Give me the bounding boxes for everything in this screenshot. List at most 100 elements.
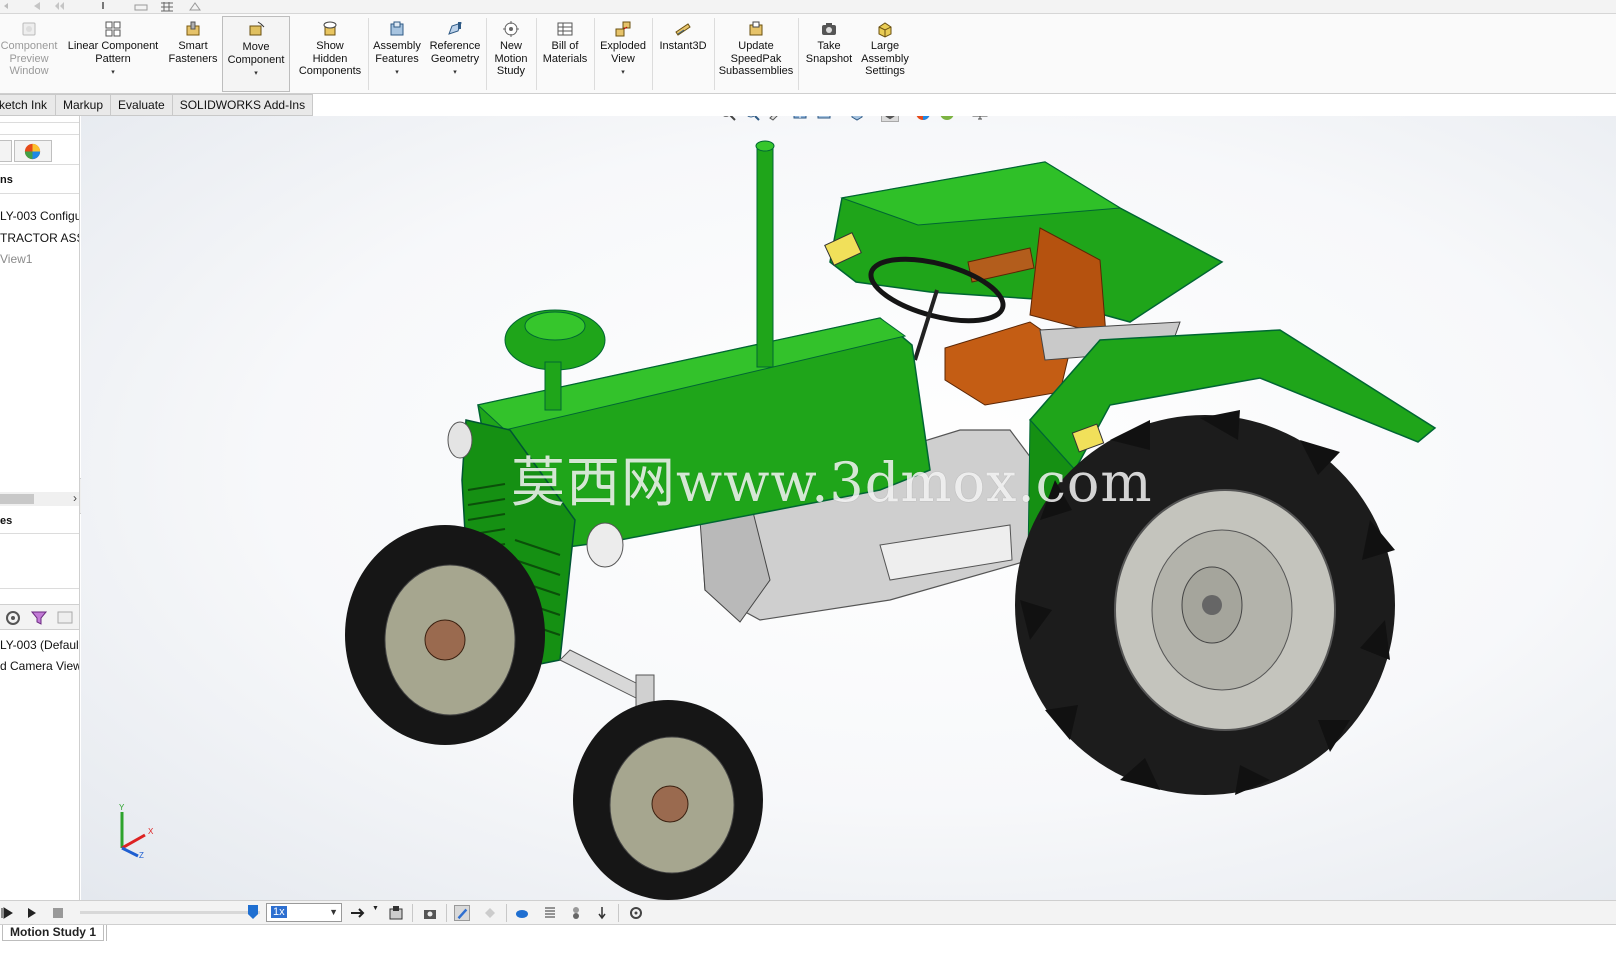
- tree-item[interactable]: TRACTOR ASSEN: [0, 231, 79, 245]
- fastener-icon: [186, 21, 200, 36]
- ribbon-separator: [714, 18, 715, 90]
- ribbon-separator: [798, 18, 799, 90]
- grid-icon[interactable]: [160, 1, 174, 12]
- tab-solidworks-addins[interactable]: SOLIDWORKS Add-Ins: [172, 94, 314, 116]
- display-style-icon[interactable]: [880, 116, 899, 122]
- tree-item[interactable]: d Camera Views: [0, 659, 79, 673]
- left-headlight: [447, 421, 473, 459]
- assembly-features-button[interactable]: Assembly Features ▾: [370, 16, 424, 92]
- tab-motion-study-1[interactable]: Motion Study 1: [2, 925, 104, 941]
- contact-icon[interactable]: [568, 905, 584, 921]
- motor-icon[interactable]: [514, 905, 530, 921]
- component-preview-button[interactable]: Component Preview Window: [0, 16, 58, 92]
- display-pane-icon[interactable]: [56, 609, 74, 627]
- view-settings-icon[interactable]: [971, 116, 989, 122]
- smart-fasteners-button[interactable]: Smart Fasteners: [166, 16, 220, 92]
- ribbon-separator: [652, 18, 653, 90]
- chevron-down-icon[interactable]: ▼: [372, 905, 379, 912]
- new-motion-study-button[interactable]: New Motion Study: [488, 16, 534, 92]
- horizontal-scrollbar[interactable]: ›: [0, 491, 79, 506]
- command-manager: Component Preview Window Linear Componen…: [0, 14, 1616, 94]
- reference-geometry-dropdown[interactable]: ▾: [453, 67, 457, 80]
- sketch-icon[interactable]: [134, 1, 148, 12]
- rear-hub-center: [1202, 595, 1222, 615]
- tree-item[interactable]: LY-003 (Default: [0, 638, 79, 652]
- tree-item[interactable]: View1: [0, 252, 32, 266]
- playback-slider-knob[interactable]: [248, 905, 258, 919]
- toolbar-separator: [446, 904, 447, 922]
- spring-icon[interactable]: [542, 905, 558, 921]
- panel-icon-row: [0, 604, 79, 630]
- tab-evaluate[interactable]: Evaluate: [111, 94, 173, 116]
- move-component-dropdown[interactable]: ▾: [254, 68, 258, 81]
- tab-markup[interactable]: Markup: [56, 94, 112, 116]
- section-view-icon[interactable]: [791, 116, 809, 122]
- instant3d-icon: [675, 23, 691, 36]
- exploded-view-button[interactable]: Exploded View ▾: [596, 16, 650, 92]
- options-icon[interactable]: [188, 1, 202, 12]
- panel-divider: [0, 122, 79, 123]
- filter-icon[interactable]: [30, 609, 48, 627]
- animation-wizard-icon[interactable]: [422, 905, 438, 921]
- take-snapshot-button[interactable]: Take Snapshot: [800, 16, 858, 92]
- linear-component-pattern-button[interactable]: Linear Component Pattern ▾: [62, 16, 164, 92]
- edit-appearance-icon[interactable]: [914, 116, 932, 122]
- show-hidden-components-button[interactable]: Show Hidden Components: [294, 16, 366, 92]
- play-from-start-icon[interactable]: [0, 905, 16, 921]
- previous-view-icon[interactable]: [767, 116, 785, 122]
- bottom-tab-bar: Motion Study 1: [0, 924, 1616, 964]
- graphics-area[interactable]: Y X Z 莫西网www.3dmox.com ▼ ▼ ▼ ▼ ▼: [81, 116, 1616, 900]
- motion-study-properties-icon[interactable]: [628, 905, 644, 921]
- front-right-hub: [651, 785, 689, 823]
- take-snapshot-label: Take Snapshot: [805, 40, 853, 65]
- bill-of-materials-button[interactable]: Bill of Materials: [538, 16, 592, 92]
- reference-geometry-icon: [448, 22, 462, 35]
- toolbar-separator: [506, 904, 507, 922]
- front-left-hub: [424, 619, 466, 661]
- reference-geometry-button[interactable]: Reference Geometry ▾: [426, 16, 484, 92]
- exhaust-pipe[interactable]: [756, 144, 774, 368]
- view-orientation-icon[interactable]: [848, 116, 866, 122]
- tree-section-title: ns: [0, 174, 13, 186]
- apply-scene-icon[interactable]: [938, 116, 956, 122]
- playback-slider[interactable]: [80, 905, 260, 919]
- assembly-features-dropdown[interactable]: ▾: [395, 67, 399, 80]
- quick-access-toolbar: [0, 0, 1616, 14]
- chevron-down-icon[interactable]: ▼: [835, 116, 842, 117]
- large-assembly-settings-button[interactable]: Large Assembly Settings: [858, 16, 912, 92]
- dynamic-annotation-icon[interactable]: [815, 116, 833, 122]
- zoom-area-icon[interactable]: [743, 116, 761, 122]
- autokey-icon[interactable]: [454, 905, 470, 921]
- playback-mode-icon[interactable]: [350, 905, 366, 921]
- chevron-down-icon[interactable]: ▼: [901, 116, 908, 117]
- panel-divider: [0, 134, 79, 135]
- chevron-down-icon[interactable]: ▼: [868, 116, 875, 117]
- back-icon[interactable]: [30, 1, 44, 12]
- stop-icon[interactable]: [50, 905, 66, 921]
- update-speedpak-button[interactable]: Update SpeedPak Subassemblies: [716, 16, 796, 92]
- tab-sketch-ink[interactable]: Sketch Ink: [0, 94, 56, 116]
- settings-gear-icon[interactable]: [4, 609, 22, 627]
- axis-y-label: Y: [119, 803, 125, 812]
- zoom-to-fit-icon[interactable]: [719, 116, 737, 122]
- save-animation-icon[interactable]: [388, 905, 404, 921]
- instant3d-button[interactable]: Instant3D: [654, 16, 712, 92]
- panel-tab-config[interactable]: [0, 140, 12, 162]
- select-icon[interactable]: [96, 1, 110, 12]
- play-icon[interactable]: [24, 905, 40, 921]
- linear-pattern-dropdown[interactable]: ▾: [111, 67, 115, 80]
- scrollbar-thumb[interactable]: [0, 494, 34, 504]
- exploded-view-dropdown[interactable]: ▾: [621, 67, 625, 80]
- move-component-button[interactable]: Move Component ▾: [222, 16, 290, 92]
- scroll-right-icon[interactable]: ›: [73, 491, 77, 505]
- right-headlight: [586, 522, 624, 568]
- gravity-icon[interactable]: [594, 905, 610, 921]
- chevron-down-icon[interactable]: ▼: [991, 116, 998, 117]
- undo-icon[interactable]: [2, 1, 16, 12]
- playback-speed-select[interactable]: 1x ▼: [266, 903, 342, 922]
- redo-icon[interactable]: [52, 1, 66, 12]
- chevron-down-icon[interactable]: ▼: [958, 116, 965, 117]
- panel-tab-appearance[interactable]: [14, 140, 52, 162]
- add-key-icon[interactable]: [482, 905, 498, 921]
- tree-item[interactable]: LY-003 Configu: [0, 209, 79, 223]
